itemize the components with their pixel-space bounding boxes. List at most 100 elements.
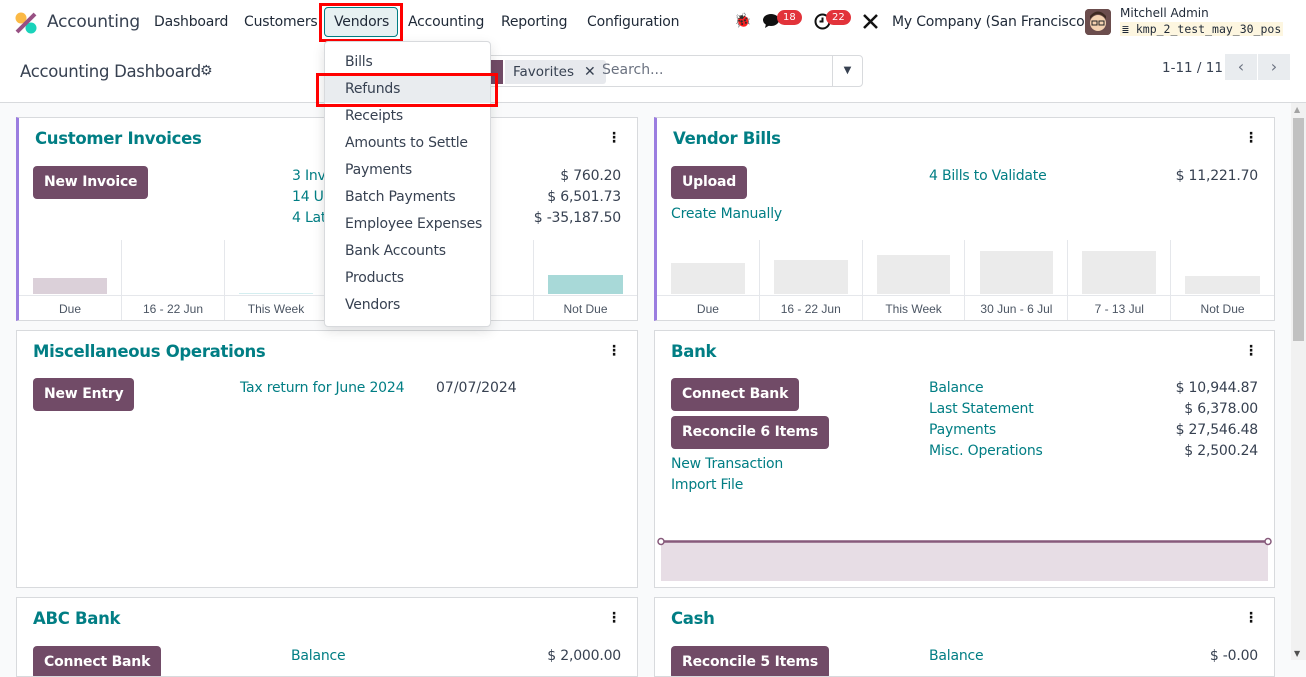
dropdown-item-payments[interactable]: Payments [325,157,490,184]
chart-column[interactable]: 16 - 22 Jun [760,240,863,320]
chart-column[interactable]: Due [19,240,122,320]
dropdown-item-refunds[interactable]: Refunds [325,76,490,103]
chart-bar[interactable] [773,259,848,294]
menu-configuration[interactable]: Configuration [587,14,680,30]
dropdown-item-employee-expenses[interactable]: Employee Expenses [325,211,490,238]
kebab-menu-icon[interactable]: ⋮ [1244,343,1258,359]
menu-customers[interactable]: Customers [244,14,318,30]
chart-bar[interactable] [1185,276,1260,294]
messages-count-badge: 18 [777,10,802,25]
kebab-menu-icon[interactable]: ⋮ [607,610,621,626]
card-title[interactable]: ABC Bank [33,609,121,628]
balance-link[interactable]: Balance [929,380,984,396]
dropdown-item-vendors[interactable]: Vendors [325,292,490,319]
reconcile-items-button[interactable]: Reconcile 6 Items [671,416,829,449]
chart-bar[interactable] [671,263,745,294]
bank-balance-chart[interactable] [655,531,1275,587]
pager-value[interactable]: 1-11 / 11 [1162,60,1223,76]
chart-column[interactable]: Not Due [534,240,637,320]
remove-facet-icon[interactable]: ✕ [584,64,596,80]
tax-return-link[interactable]: Tax return for June 2024 [240,380,404,396]
chart-column[interactable]: 16 - 22 Jun [122,240,225,320]
dropdown-item-bank-accounts[interactable]: Bank Accounts [325,238,490,265]
bills-to-validate-amount: $ 11,221.70 [1175,168,1259,184]
chart-bar[interactable] [239,292,313,294]
import-file-link[interactable]: Import File [671,477,743,493]
bank-balance-point-start [657,537,665,546]
dropdown-item-products[interactable]: Products [325,265,490,292]
balance-link[interactable]: Balance [929,648,984,664]
scroll-down-icon[interactable]: ▼ [1294,649,1300,658]
scrollbar-thumb[interactable] [1293,118,1304,341]
payments-link[interactable]: Payments [929,422,996,438]
misc-operations-amount: $ 2,500.24 [1184,443,1258,459]
dropdown-item-batch-payments[interactable]: Batch Payments [325,184,490,211]
chart-column[interactable]: 30 Jun - 6 Jul [966,240,1069,320]
cash-card: Cash ⋮ Reconcile 5 Items Balance $ -0.00 [654,597,1275,677]
user-avatar[interactable] [1085,9,1111,35]
new-entry-button[interactable]: New Entry [33,378,135,411]
reconcile-items-button[interactable]: Reconcile 5 Items [671,646,829,676]
chart-column[interactable]: 7 - 13 Jul [1068,240,1172,320]
dropdown-item-receipts[interactable]: Receipts [325,103,490,130]
balance-link[interactable]: Balance [291,648,346,664]
connect-bank-button[interactable]: Connect Bank [671,378,800,411]
company-switcher[interactable]: My Company (San Francisco) [892,14,1090,30]
search-options-toggle[interactable]: ▼ [832,56,862,86]
page-scrollbar[interactable]: ▲ ▼ [1291,103,1306,660]
card-title[interactable]: Miscellaneous Operations [33,342,266,361]
pager-previous-button[interactable]: ‹ [1225,54,1257,80]
kebab-menu-icon[interactable]: ⋮ [607,343,621,359]
chart-column[interactable]: Due [657,240,760,320]
pager-next-button[interactable]: › [1258,54,1290,80]
chart-bar[interactable] [1082,251,1157,294]
chart-bar[interactable] [33,277,107,294]
card-title[interactable]: Bank [671,342,717,361]
bank-balance-area [661,542,1268,581]
search-bar[interactable]: Favorites ✕ Search... ▼ [470,55,863,87]
caret-down-icon: ▼ [843,65,852,76]
chart-bar[interactable] [979,251,1054,294]
accounting-app-logo[interactable] [14,11,38,35]
last-statement-link[interactable]: Last Statement [929,401,1034,417]
dropdown-item-amounts-to-settle[interactable]: Amounts to Settle [325,130,490,157]
chart-column[interactable]: This Week [225,240,328,320]
misc-operations-link[interactable]: Misc. Operations [929,443,1043,459]
new-transaction-link[interactable]: New Transaction [671,456,783,472]
kebab-menu-icon[interactable]: ⋮ [607,130,621,146]
kebab-menu-icon[interactable]: ⋮ [1244,610,1258,626]
menu-dashboard[interactable]: Dashboard [154,14,228,30]
bills-to-validate-link[interactable]: 4 Bills to Validate [929,168,1047,184]
card-title[interactable]: Customer Invoices [35,129,202,148]
user-name[interactable]: Mitchell Admin [1120,6,1209,20]
menu-accounting[interactable]: Accounting [408,14,484,30]
chart-x-label: Not Due [1200,302,1245,316]
search-input[interactable]: Search... [602,62,663,78]
activities-count-badge: 22 [826,10,851,25]
app-name[interactable]: Accounting [47,12,140,32]
vendor-bills-chart[interactable]: Due 16 - 22 Jun This Week 30 Jun - 6 Jul 7 -… [657,240,1274,320]
chart-column[interactable]: This Week [863,240,966,320]
chart-bar[interactable] [876,254,951,294]
database-name: ≣ kmp_2_test_may_30_pos [1120,22,1284,36]
unpaid-invoices-amount: $ 6,501.73 [547,189,621,205]
card-title[interactable]: Cash [671,609,715,628]
dropdown-item-bills[interactable]: Bills [325,49,490,76]
menu-vendors[interactable]: Vendors [334,14,389,30]
gear-icon[interactable]: ⚙ [200,63,213,79]
menu-reporting[interactable]: Reporting [501,14,567,30]
payments-amount: $ 27,546.48 [1175,422,1259,438]
connect-bank-button[interactable]: Connect Bank [33,646,162,676]
chart-bar[interactable] [548,275,623,294]
misc-operations-card: Miscellaneous Operations ⋮ New Entry Tax… [16,330,638,588]
scroll-up-icon[interactable]: ▲ [1294,105,1300,114]
upload-button[interactable]: Upload [671,166,748,199]
create-manually-link[interactable]: Create Manually [671,206,782,222]
debug-bug-icon[interactable]: 🐞 [734,13,751,29]
new-invoice-button[interactable]: New Invoice [33,166,149,199]
tools-icon[interactable] [862,13,879,34]
card-title[interactable]: Vendor Bills [673,129,781,148]
kebab-menu-icon[interactable]: ⋮ [1244,130,1258,146]
chart-column[interactable]: Not Due [1171,240,1274,320]
vendor-bills-card: Vendor Bills ⋮ Upload Create Manually 4 … [654,117,1275,321]
